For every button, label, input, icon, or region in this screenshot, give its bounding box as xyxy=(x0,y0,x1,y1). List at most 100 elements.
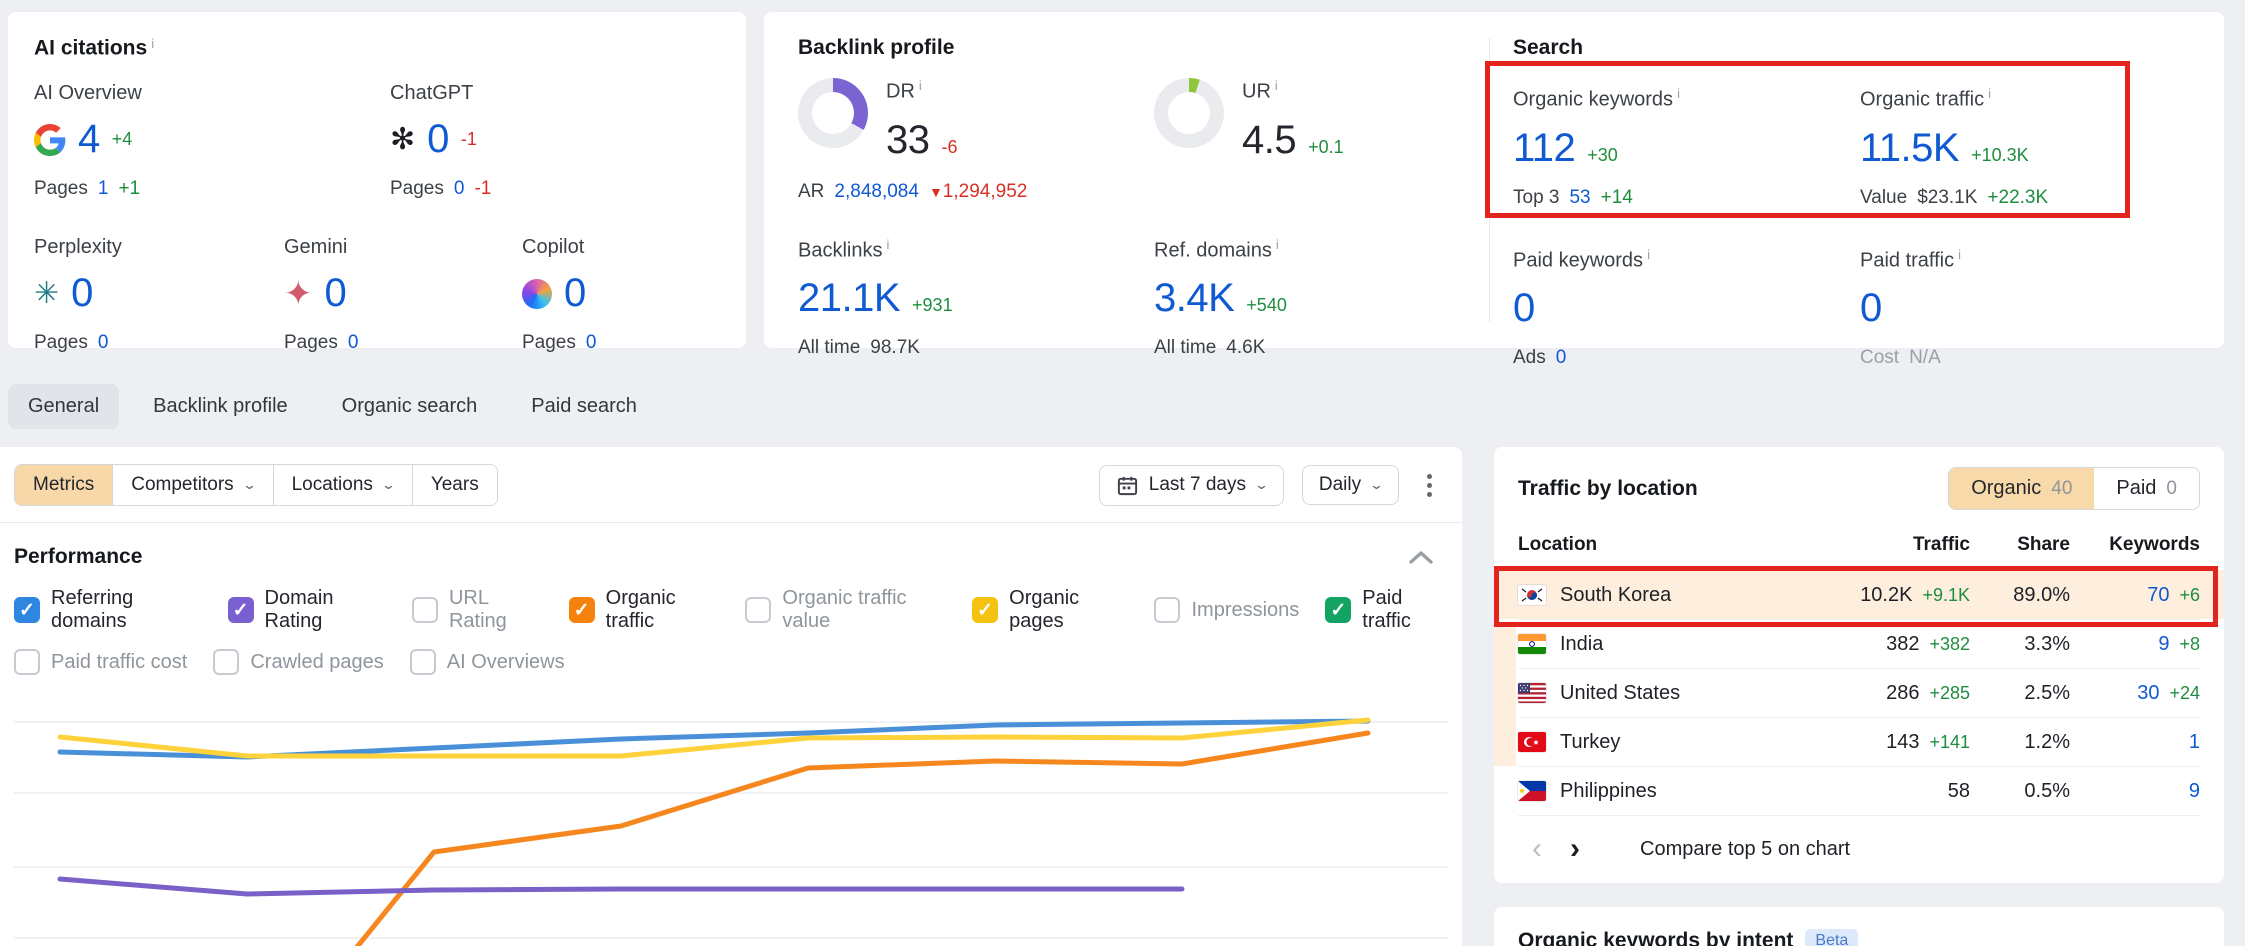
info-icon[interactable]: i xyxy=(151,36,154,51)
checkbox-checked[interactable] xyxy=(972,597,998,623)
intent-card: Organic keywords by intent Beta xyxy=(1494,907,2224,946)
toggle-organic-traffic-value[interactable]: Organic traffic value xyxy=(745,587,946,633)
checkbox-unchecked[interactable] xyxy=(1154,597,1180,623)
toggle-domain-rating[interactable]: Domain Rating xyxy=(228,587,386,633)
toggle-crawled-pages[interactable]: Crawled pages xyxy=(213,649,383,675)
toggle-paid[interactable]: Paid0 xyxy=(2094,468,2199,509)
chatgpt-delta: -1 xyxy=(461,129,477,150)
chatgpt-icon: ✻ xyxy=(390,125,415,155)
info-icon[interactable]: i xyxy=(1988,86,1991,101)
paid-traffic-value: 0 xyxy=(1860,286,1882,331)
info-icon[interactable]: i xyxy=(886,237,889,252)
turkey-flag-icon xyxy=(1518,732,1546,752)
toggle-paid-traffic-cost[interactable]: Paid traffic cost xyxy=(14,649,187,675)
checkbox-unchecked[interactable] xyxy=(412,597,438,623)
dr-value: 33 xyxy=(886,118,930,163)
toggle-impressions[interactable]: Impressions xyxy=(1154,597,1299,623)
tab-paid-search[interactable]: Paid search xyxy=(511,384,657,429)
dimension-segmented-control: Metrics Competitors⌄ Locations⌄ Years xyxy=(14,464,498,506)
google-icon xyxy=(34,124,66,156)
date-range-button[interactable]: Last 7 days⌄ xyxy=(1099,465,1284,506)
performance-header: Performance xyxy=(0,523,1462,569)
segment-metrics[interactable]: Metrics xyxy=(15,465,112,505)
more-options-button[interactable] xyxy=(1417,468,1442,503)
segment-years[interactable]: Years xyxy=(412,465,497,505)
info-icon[interactable]: i xyxy=(1275,78,1278,93)
toggle-organic-traffic[interactable]: Organic traffic xyxy=(569,587,720,633)
backlinks-value[interactable]: 21.1K xyxy=(798,276,900,321)
pager-next-button[interactable]: › xyxy=(1556,834,1594,864)
toggle-paid-traffic[interactable]: Paid traffic xyxy=(1325,587,1448,633)
checkbox-checked[interactable] xyxy=(1325,597,1351,623)
copilot-value: 0 xyxy=(564,271,586,316)
chart-toolbar: Metrics Competitors⌄ Locations⌄ Years La… xyxy=(0,447,1462,523)
organic-traffic-value[interactable]: 11.5K xyxy=(1860,126,1959,171)
location-row-south-korea[interactable]: South Korea 10.2K+9.1K 89.0% 70+6 xyxy=(1494,570,2224,619)
dashboard-screen: AI citationsi AI Overview 4 +4 Pages1+1 … xyxy=(0,0,2245,946)
checkbox-unchecked[interactable] xyxy=(745,597,771,623)
col-traffic[interactable]: Traffic xyxy=(1800,534,1970,556)
checkbox-unchecked[interactable] xyxy=(213,649,239,675)
checkbox-checked[interactable] xyxy=(228,597,254,623)
ai-metric-chatgpt: ChatGPT ✻ 0 -1 Pages0-1 xyxy=(390,82,720,200)
info-icon[interactable]: i xyxy=(1647,247,1650,262)
dr-block: DRi 33-6 xyxy=(798,78,1154,163)
backlink-search-card: Backlink profile DRi 33-6 URi 4.5+0.1 xyxy=(764,12,2224,348)
perplexity-icon: ✳ xyxy=(34,279,59,309)
chevron-down-icon: ⌄ xyxy=(1254,477,1269,493)
col-share[interactable]: Share xyxy=(1970,534,2070,556)
copilot-icon xyxy=(522,279,552,309)
col-location[interactable]: Location xyxy=(1518,534,1800,556)
granularity-button[interactable]: Daily⌄ xyxy=(1302,465,1399,505)
organic-keywords-value[interactable]: 112 xyxy=(1513,126,1575,171)
col-keywords[interactable]: Keywords xyxy=(2070,534,2200,556)
info-icon[interactable]: i xyxy=(1958,247,1961,262)
checkbox-unchecked[interactable] xyxy=(410,649,436,675)
ai-metric-gemini: Gemini ✦ 0 Pages0 xyxy=(284,236,522,354)
collapse-chevron-icon[interactable] xyxy=(1408,549,1434,565)
info-icon[interactable]: i xyxy=(1276,237,1279,252)
location-row-turkey[interactable]: Turkey 143+141 1.2% 1 xyxy=(1518,717,2200,766)
toggle-url-rating[interactable]: URL Rating xyxy=(412,587,543,633)
metric-toggles-row-1: Referring domains Domain Rating URL Rati… xyxy=(0,569,1462,633)
toggle-ai-overviews[interactable]: AI Overviews xyxy=(410,649,565,675)
checkbox-checked[interactable] xyxy=(569,597,595,623)
dr-donut-chart xyxy=(798,78,868,148)
tab-backlink-profile[interactable]: Backlink profile xyxy=(133,384,308,429)
ai-metric-copilot: Copilot 0 Pages0 xyxy=(522,236,720,354)
tab-organic-search[interactable]: Organic search xyxy=(322,384,498,429)
gemini-value: 0 xyxy=(325,271,347,316)
location-row-united-states[interactable]: United States 286+285 2.5% 30+24 xyxy=(1518,668,2200,717)
beta-badge: Beta xyxy=(1805,929,1858,946)
checkbox-unchecked[interactable] xyxy=(14,649,40,675)
info-icon[interactable]: i xyxy=(919,78,922,93)
ur-donut-chart xyxy=(1154,78,1224,148)
location-row-philippines[interactable]: Philippines 58 0.5% 9 xyxy=(1518,766,2200,815)
ai-metric-ai-overview: AI Overview 4 +4 Pages1+1 xyxy=(34,82,390,200)
segment-locations[interactable]: Locations⌄ xyxy=(273,465,412,505)
compare-top5-link[interactable]: Compare top 5 on chart xyxy=(1640,838,1850,861)
ai-metric-perplexity: Perplexity ✳ 0 Pages0 xyxy=(34,236,284,354)
calendar-icon xyxy=(1116,474,1139,497)
search-title: Search xyxy=(1513,36,2194,60)
ai-overview-delta: +4 xyxy=(112,129,133,150)
segment-competitors[interactable]: Competitors⌄ xyxy=(112,465,272,505)
paid-keywords-value: 0 xyxy=(1513,286,1535,331)
toggle-organic-pages[interactable]: Organic pages xyxy=(972,587,1128,633)
info-icon[interactable]: i xyxy=(1677,86,1680,101)
ahrefs-rank-line: AR 2,848,084 ▼1,294,952 xyxy=(798,181,1488,203)
ref-domains-value[interactable]: 3.4K xyxy=(1154,276,1234,321)
south-korea-flag-icon xyxy=(1518,585,1546,605)
ref-domains-block: Ref. domainsi 3.4K+540 All time4.6K xyxy=(1154,237,1287,360)
perplexity-value: 0 xyxy=(71,271,93,316)
chatgpt-value: 0 xyxy=(427,117,449,162)
location-row-india[interactable]: India 382+382 3.3% 9+8 xyxy=(1518,619,2200,668)
toggle-organic[interactable]: Organic40 xyxy=(1949,468,2094,509)
row-highlight-gutter xyxy=(1494,627,1516,766)
search-section: Search Organic keywordsi 112+30 Top 353+… xyxy=(1513,36,2194,369)
philippines-flag-icon xyxy=(1518,781,1546,801)
pager-prev-button[interactable]: ‹ xyxy=(1518,834,1556,864)
checkbox-checked[interactable] xyxy=(14,597,40,623)
toggle-referring-domains[interactable]: Referring domains xyxy=(14,587,202,633)
tab-general[interactable]: General xyxy=(8,384,119,429)
